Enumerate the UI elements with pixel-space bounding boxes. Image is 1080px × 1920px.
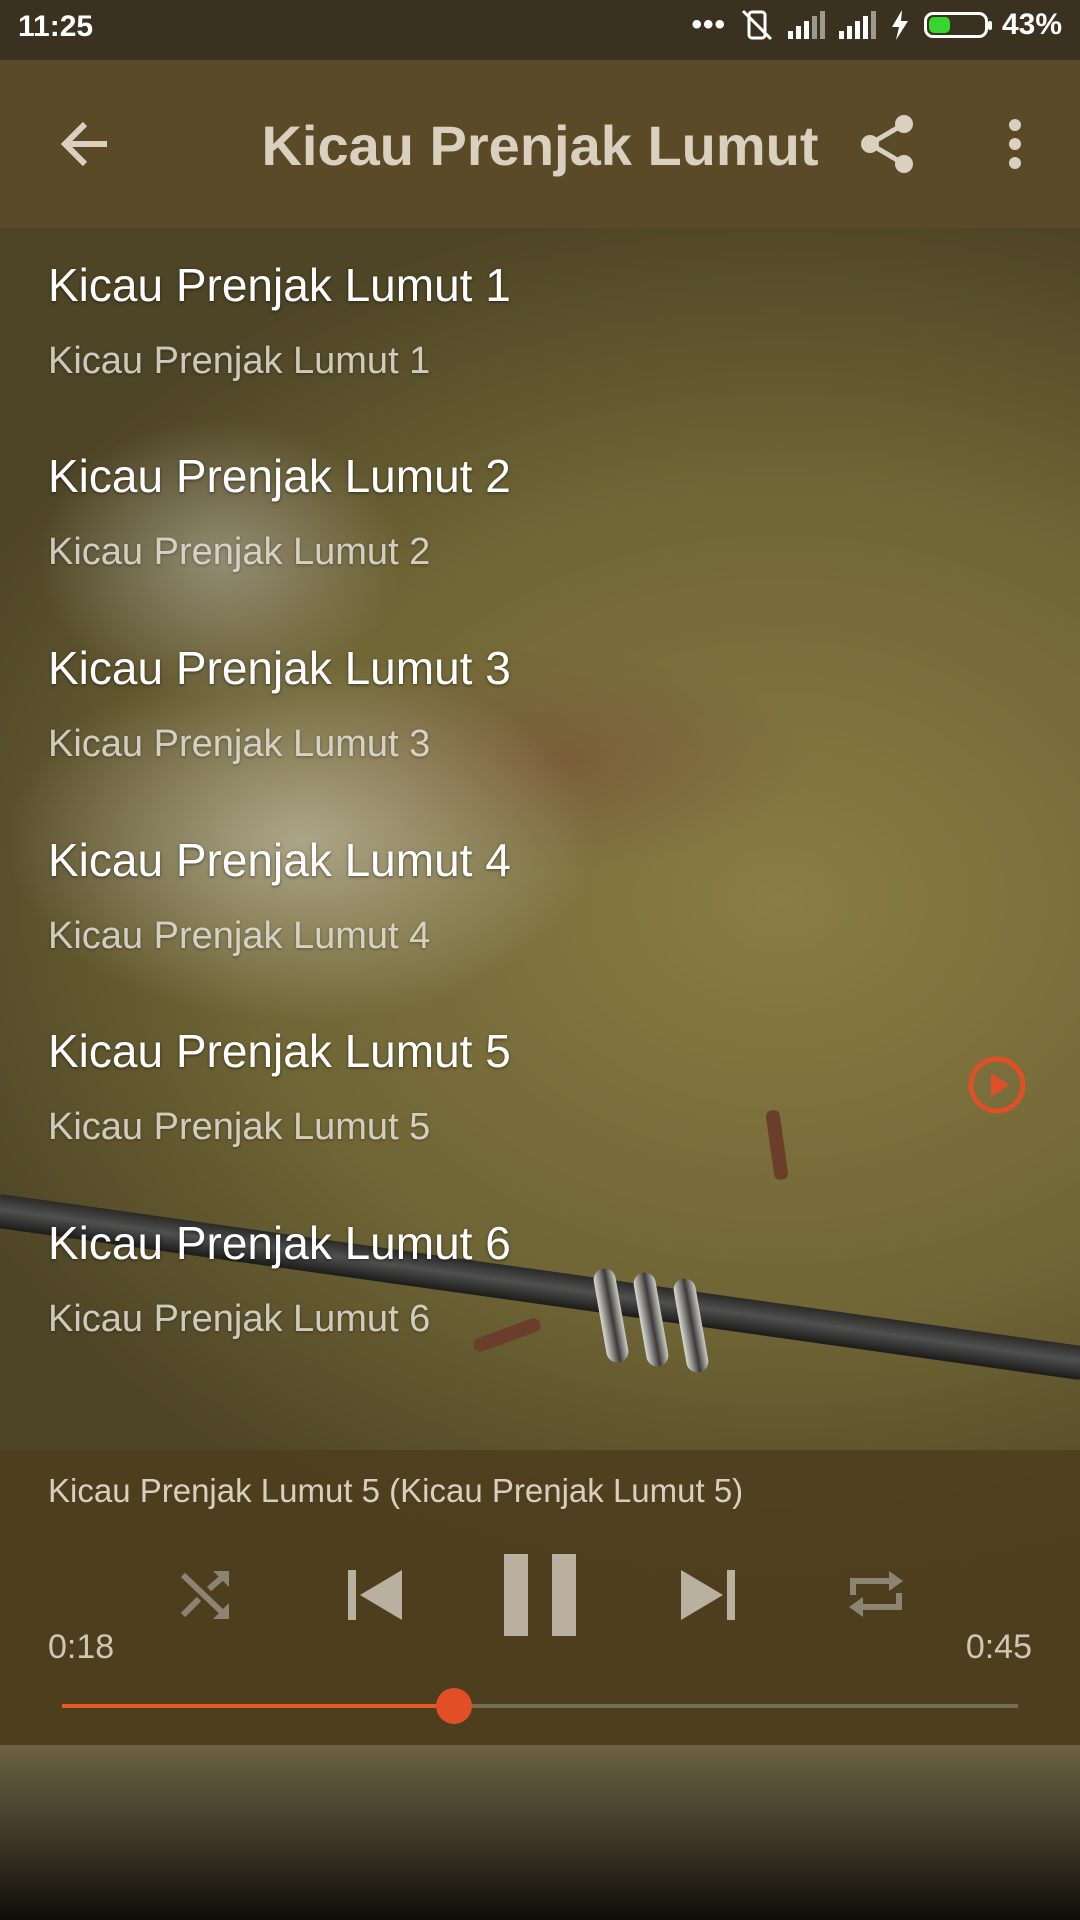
- status-icons: ••• 43%: [691, 8, 1062, 42]
- signal-icon: [787, 11, 825, 39]
- next-button[interactable]: [668, 1555, 748, 1635]
- previous-button[interactable]: [335, 1555, 415, 1635]
- track-item-1[interactable]: Kicau Prenjak Lumut 1 Kicau Prenjak Lumu…: [0, 228, 1080, 418]
- status-time: 11:25: [18, 10, 94, 43]
- track-title: Kicau Prenjak Lumut 5: [48, 1025, 511, 1077]
- battery-percent: 43%: [1001, 8, 1062, 41]
- track-subtitle: Kicau Prenjak Lumut 1: [48, 340, 431, 382]
- signal-icon: [838, 11, 876, 39]
- more-vertical-icon: [1009, 119, 1021, 169]
- background-bottom: [0, 1745, 1080, 1920]
- repeat-button[interactable]: [840, 1558, 912, 1630]
- battery-icon: [923, 12, 992, 38]
- track-item-3[interactable]: Kicau Prenjak Lumut 3 Kicau Prenjak Lumu…: [0, 611, 1080, 801]
- track-item-2[interactable]: Kicau Prenjak Lumut 2 Kicau Prenjak Lumu…: [0, 419, 1080, 609]
- track-title: Kicau Prenjak Lumut 1: [48, 259, 511, 311]
- elapsed-time: 0:18: [48, 1628, 115, 1666]
- track-title: Kicau Prenjak Lumut 3: [48, 642, 511, 694]
- app-toolbar: Kicau Prenjak Lumut: [0, 60, 1080, 228]
- repeat-icon: [849, 1571, 903, 1617]
- share-button[interactable]: [848, 60, 928, 228]
- seek-progress: [62, 1704, 454, 1708]
- track-subtitle: Kicau Prenjak Lumut 2: [48, 531, 431, 573]
- vibrate-off-icon: [741, 9, 773, 41]
- pause-button[interactable]: [492, 1545, 588, 1645]
- track-item-4[interactable]: Kicau Prenjak Lumut 4 Kicau Prenjak Lumu…: [0, 803, 1080, 993]
- pause-icon: [504, 1554, 576, 1636]
- shuffle-button[interactable]: [170, 1560, 240, 1630]
- seek-thumb[interactable]: [435, 1688, 472, 1724]
- seek-bar[interactable]: [62, 1688, 1018, 1724]
- now-playing-icon: [968, 1056, 1026, 1114]
- battery-fill: [928, 17, 950, 33]
- overflow-menu-button[interactable]: [985, 60, 1045, 228]
- track-subtitle: Kicau Prenjak Lumut 3: [48, 723, 431, 765]
- track-subtitle: Kicau Prenjak Lumut 4: [48, 915, 431, 957]
- track-item-6[interactable]: Kicau Prenjak Lumut 6 Kicau Prenjak Lumu…: [0, 1186, 1080, 1376]
- player-panel: Kicau Prenjak Lumut 5 (Kicau Prenjak Lum…: [0, 1450, 1080, 1745]
- track-title: Kicau Prenjak Lumut 2: [48, 450, 511, 502]
- status-bar: 11:25 ••• 43%: [0, 0, 1080, 60]
- track-subtitle: Kicau Prenjak Lumut 6: [48, 1298, 431, 1340]
- charging-icon: [891, 10, 908, 40]
- total-duration: 0:45: [965, 1628, 1032, 1666]
- share-icon: [861, 115, 913, 173]
- track-title: Kicau Prenjak Lumut 4: [48, 834, 511, 886]
- track-subtitle: Kicau Prenjak Lumut 5: [48, 1106, 431, 1148]
- now-playing-label: Kicau Prenjak Lumut 5 (Kicau Prenjak Lum…: [48, 1472, 744, 1509]
- next-icon: [681, 1570, 735, 1620]
- more-dots-icon: •••: [691, 8, 726, 41]
- track-item-5[interactable]: Kicau Prenjak Lumut 5 Kicau Prenjak Lumu…: [0, 994, 1080, 1184]
- previous-icon: [348, 1570, 402, 1620]
- shuffle-icon: [180, 1571, 229, 1619]
- track-title: Kicau Prenjak Lumut 6: [48, 1217, 511, 1269]
